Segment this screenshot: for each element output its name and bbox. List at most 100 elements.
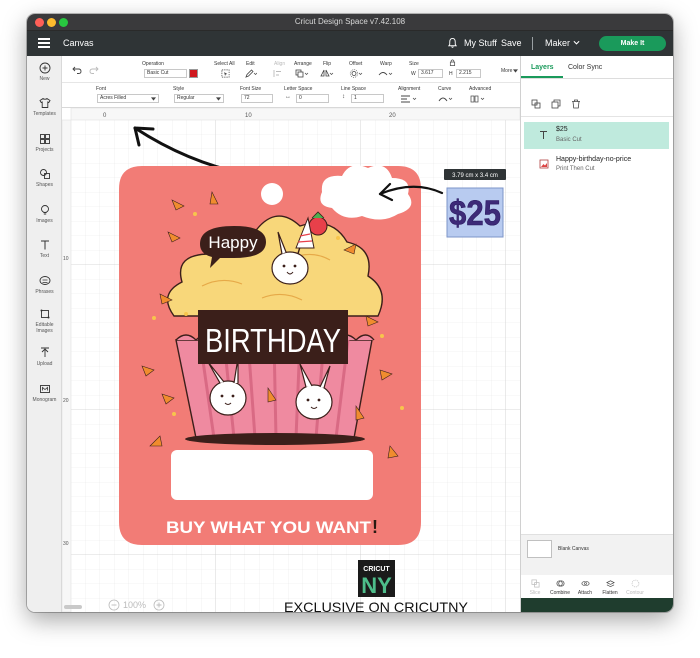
line-space-input[interactable]: 1 bbox=[351, 94, 384, 103]
duplicate-icon[interactable] bbox=[551, 99, 561, 109]
grid-icon bbox=[39, 134, 50, 144]
sidebar-item-phrases[interactable]: Phrases bbox=[27, 275, 62, 295]
offset-icon[interactable] bbox=[349, 69, 363, 78]
flip-label: Flip bbox=[323, 61, 332, 67]
delete-icon[interactable] bbox=[571, 99, 581, 109]
tab-layers[interactable]: Layers bbox=[531, 64, 554, 71]
operation-color-swatch[interactable] bbox=[189, 69, 198, 78]
font-size-input[interactable]: 72 bbox=[241, 94, 273, 103]
make-it-button[interactable]: Make It bbox=[599, 36, 666, 51]
undo-icon[interactable] bbox=[72, 66, 82, 74]
plus-icon bbox=[39, 62, 50, 74]
sidebar-item-monogram[interactable]: Monogram bbox=[27, 383, 62, 403]
slice-button[interactable]: Slice bbox=[523, 579, 547, 596]
lock-icon[interactable] bbox=[449, 59, 456, 66]
shirt-icon bbox=[38, 97, 51, 108]
select-all-icon[interactable] bbox=[221, 69, 230, 78]
advanced-label: Advanced bbox=[469, 86, 492, 92]
birthday-text: BIRTHDAY bbox=[205, 322, 341, 359]
flip-icon[interactable] bbox=[320, 69, 334, 78]
warp-label: Warp bbox=[380, 61, 392, 67]
font-select[interactable]: Acres Filled bbox=[97, 94, 159, 103]
redo-icon[interactable] bbox=[89, 66, 99, 74]
flatten-button[interactable]: Flatten bbox=[598, 579, 622, 596]
monogram-icon bbox=[39, 385, 50, 393]
align-label: Align bbox=[274, 61, 286, 67]
warp-icon[interactable] bbox=[378, 69, 394, 78]
select-all-label: Select All bbox=[214, 61, 235, 67]
title-bar: Cricut Design Space v7.42.108 bbox=[27, 14, 673, 31]
contour-icon bbox=[631, 579, 639, 588]
layer-subtitle: Basic Cut bbox=[556, 137, 582, 143]
window-title: Cricut Design Space v7.42.108 bbox=[294, 17, 406, 26]
height-input[interactable]: 2.215 bbox=[456, 69, 481, 78]
combine-icon bbox=[556, 580, 564, 587]
svg-text:CRICUT: CRICUT bbox=[363, 566, 390, 573]
sidebar-item-editable-images[interactable]: Editable Images bbox=[27, 308, 62, 334]
text-toolbar: Font Acres Filled Style Regular Font Siz… bbox=[62, 83, 520, 108]
ruler-top-label: 20 bbox=[389, 113, 396, 119]
group-icon[interactable] bbox=[531, 99, 541, 109]
combine-button[interactable]: Combine bbox=[548, 579, 572, 596]
sidebar-item-new[interactable]: New bbox=[27, 62, 62, 82]
advanced-text-icon[interactable] bbox=[470, 95, 486, 103]
speech-bubble-icon bbox=[39, 276, 50, 285]
text-icon bbox=[40, 240, 49, 250]
layer-title: $25 bbox=[556, 126, 568, 133]
layer-row-birthday-image[interactable]: Happy-birthday-no-price Print Then Cut bbox=[524, 152, 669, 179]
line-space-icon: ↕ bbox=[342, 94, 345, 100]
save-button[interactable]: Save bbox=[501, 38, 522, 48]
machine-select[interactable]: Maker bbox=[545, 38, 570, 48]
text-align-icon[interactable] bbox=[400, 95, 420, 103]
happy-text: Happy bbox=[208, 233, 258, 252]
ruler-top-label: 10 bbox=[245, 113, 252, 119]
layer-actions: Blank Canvas Slice Combine Attach Flatte… bbox=[521, 534, 673, 612]
arrange-icon[interactable] bbox=[295, 69, 309, 78]
slice-icon bbox=[531, 579, 539, 588]
contour-button[interactable]: Contour bbox=[623, 579, 647, 596]
sidebar-item-shapes[interactable]: Shapes bbox=[27, 168, 62, 188]
image-layer-icon bbox=[539, 159, 549, 169]
app-header: Canvas My Stuff Save Maker Make It bbox=[27, 31, 673, 56]
letter-space-input[interactable]: 0 bbox=[296, 94, 329, 103]
canvas-scrollbar[interactable] bbox=[64, 605, 82, 609]
curve-icon[interactable] bbox=[438, 95, 454, 103]
exclamation-mark: ! bbox=[372, 517, 378, 537]
sidebar-item-text[interactable]: Text bbox=[27, 239, 62, 259]
ruler-left-label: 20 bbox=[63, 398, 69, 404]
hang-hole bbox=[261, 183, 283, 205]
style-label: Style bbox=[173, 86, 185, 92]
offset-label: Offset bbox=[349, 61, 363, 67]
operation-select[interactable]: Basic Cut bbox=[144, 69, 187, 78]
font-size-label: Font Size bbox=[240, 86, 262, 92]
app-window: Cricut Design Space v7.42.108 Canvas My … bbox=[27, 14, 673, 612]
font-label: Font bbox=[96, 86, 107, 92]
tab-color-sync[interactable]: Color Sync bbox=[568, 64, 602, 71]
strawberry bbox=[308, 216, 328, 236]
chevron-down-icon bbox=[513, 69, 518, 73]
height-label: H bbox=[449, 71, 453, 77]
more-button[interactable]: More bbox=[501, 68, 512, 74]
notification-bell-icon[interactable] bbox=[447, 37, 458, 49]
birthday-card[interactable]: Happy BIRTHDAY BUY WHAT YOU WANT ! bbox=[119, 166, 421, 545]
sidebar-item-images[interactable]: Images bbox=[27, 204, 62, 224]
width-input[interactable]: 3.617 bbox=[418, 69, 443, 78]
align-icon[interactable] bbox=[273, 69, 287, 78]
design-canvas[interactable]: 0 10 20 10 20 30 Happy BIRTHDAY BUY WHAT… bbox=[62, 108, 520, 612]
menu-icon[interactable] bbox=[38, 38, 50, 48]
curve-label: Curve bbox=[438, 86, 452, 92]
sidebar-item-upload[interactable]: Upload bbox=[27, 347, 62, 367]
blank-canvas-swatch[interactable] bbox=[527, 540, 552, 558]
sidebar-item-templates[interactable]: Templates bbox=[27, 97, 62, 117]
price-text[interactable]: $25 bbox=[449, 194, 502, 234]
my-stuff-link[interactable]: My Stuff bbox=[464, 38, 497, 48]
chevron-down-icon[interactable] bbox=[573, 40, 580, 46]
layer-row-price[interactable]: $25 Basic Cut bbox=[524, 122, 669, 149]
edit-pencil-icon[interactable] bbox=[245, 69, 257, 78]
layer-title: Happy-birthday-no-price bbox=[556, 156, 632, 163]
sidebar-item-projects[interactable]: Projects bbox=[27, 133, 62, 153]
svg-text:NY: NY bbox=[361, 573, 392, 598]
line-space-label: Line Space bbox=[341, 86, 367, 92]
attach-button[interactable]: Attach bbox=[573, 579, 597, 596]
zoom-level: 100% bbox=[123, 600, 146, 610]
